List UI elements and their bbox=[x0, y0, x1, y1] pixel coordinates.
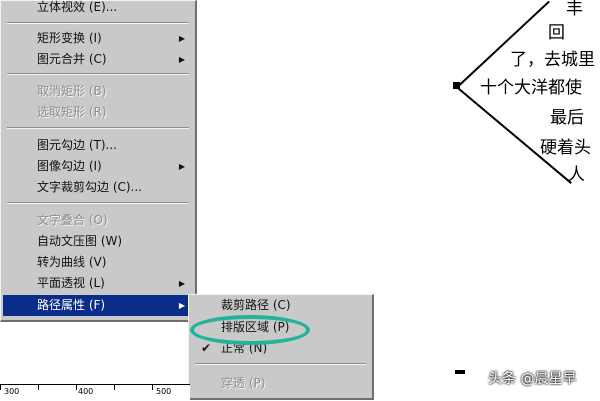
menu-item-label: 取消矩形 (B) bbox=[37, 84, 107, 98]
menu-separator bbox=[7, 22, 189, 24]
menu-item-label: 选取矩形 (R) bbox=[37, 105, 107, 119]
menu-item-plane-perspective[interactable]: 平面透视 (L) ▶ bbox=[3, 273, 193, 294]
menu-item-select-rect: 选取矩形 (R) bbox=[3, 102, 193, 123]
selection-handle[interactable] bbox=[453, 82, 460, 89]
horizontal-ruler: 300 400 500 bbox=[0, 384, 190, 401]
ruler-tick bbox=[76, 384, 77, 390]
menu-item-text-overlay: 文字叠合 (O) bbox=[3, 210, 193, 231]
menu-item-label: 立体视效 (E)... bbox=[37, 0, 118, 14]
menu-item-label: 文字裁剪勾边 (C)... bbox=[37, 180, 143, 194]
submenu-item-pass-through: 穿透 (P) bbox=[191, 373, 370, 394]
menu-item-label: 图元勾边 (T)... bbox=[37, 138, 117, 152]
ruler-label: 300 bbox=[4, 387, 20, 396]
menu-separator bbox=[7, 127, 189, 129]
menu-separator bbox=[7, 202, 189, 204]
menu-item-label: 平面透视 (L) bbox=[37, 276, 105, 290]
menu-item-label: 穿透 (P) bbox=[221, 376, 266, 390]
menu-item-label: 自动文压图 (W) bbox=[37, 234, 123, 248]
poem-line: 回 bbox=[548, 23, 565, 43]
poem-line: 丰 bbox=[566, 0, 583, 19]
menu-item-label: 矩形变换 (I) bbox=[37, 31, 102, 45]
poem-line: 硬着头 bbox=[540, 138, 591, 158]
menu-item-label: 图像勾边 (I) bbox=[37, 159, 102, 173]
ruler-tick bbox=[114, 384, 115, 390]
menu-item-label: 文字叠合 (O) bbox=[37, 213, 108, 227]
menu-item-3d-effect[interactable]: 立体视效 (E)... bbox=[3, 0, 193, 18]
menu-item-element-merge[interactable]: 图元合并 (C) ▶ bbox=[3, 49, 193, 70]
submenu-arrow-icon: ▶ bbox=[178, 301, 185, 310]
menu-separator bbox=[195, 363, 366, 365]
poem-line: 了，去城里 bbox=[510, 50, 595, 70]
path-properties-submenu: 裁剪路径 (C) 排版区域 (P) ✔ 正常 (N) 穿透 (P) bbox=[188, 294, 374, 400]
menu-item-path-properties[interactable]: 路径属性 (F) ▶ bbox=[3, 295, 193, 316]
menu-item-convert-curve[interactable]: 转为曲线 (V) bbox=[3, 252, 193, 273]
poem-line: 十个大洋都使 bbox=[480, 78, 582, 98]
submenu-arrow-icon: ▶ bbox=[178, 34, 185, 43]
menu-item-label: 图元合并 (C) bbox=[37, 52, 107, 66]
menu-item-image-outline[interactable]: 图像勾边 (I) ▶ bbox=[3, 156, 193, 177]
submenu-arrow-icon: ▶ bbox=[178, 55, 185, 64]
selection-handle[interactable] bbox=[455, 370, 465, 374]
highlight-ellipse bbox=[190, 315, 310, 345]
menu-item-element-outline[interactable]: 图元勾边 (T)... bbox=[3, 135, 193, 156]
ruler-label: 400 bbox=[78, 387, 94, 396]
submenu-arrow-icon: ▶ bbox=[178, 162, 185, 171]
menu-item-rect-transform[interactable]: 矩形变换 (I) ▶ bbox=[3, 28, 193, 49]
menu-separator bbox=[7, 73, 189, 75]
menu-item-label: 路径属性 (F) bbox=[37, 298, 106, 312]
menu-item-text-clip-outline[interactable]: 文字裁剪勾边 (C)... bbox=[3, 177, 193, 198]
menu-item-label: 裁剪路径 (C) bbox=[221, 298, 291, 312]
submenu-item-clip-path[interactable]: 裁剪路径 (C) bbox=[191, 295, 370, 316]
poem-line: 最后 bbox=[550, 108, 584, 128]
submenu-arrow-icon: ▶ bbox=[178, 279, 185, 288]
ruler-label: 500 bbox=[156, 387, 172, 396]
menu-item-auto-text-wrap[interactable]: 自动文压图 (W) bbox=[3, 231, 193, 252]
menu-item-label: 转为曲线 (V) bbox=[37, 255, 107, 269]
watermark: 头条 @晨星早 bbox=[488, 371, 577, 387]
ruler-tick bbox=[38, 384, 39, 390]
poem-line: 人 bbox=[568, 165, 585, 185]
ruler-tick bbox=[0, 384, 1, 390]
ruler-tick bbox=[152, 384, 153, 390]
context-menu: 立体视效 (E)... 矩形变换 (I) ▶ 图元合并 (C) ▶ 取消矩形 (B)… bbox=[0, 0, 197, 322]
menu-item-cancel-rect: 取消矩形 (B) bbox=[3, 81, 193, 102]
